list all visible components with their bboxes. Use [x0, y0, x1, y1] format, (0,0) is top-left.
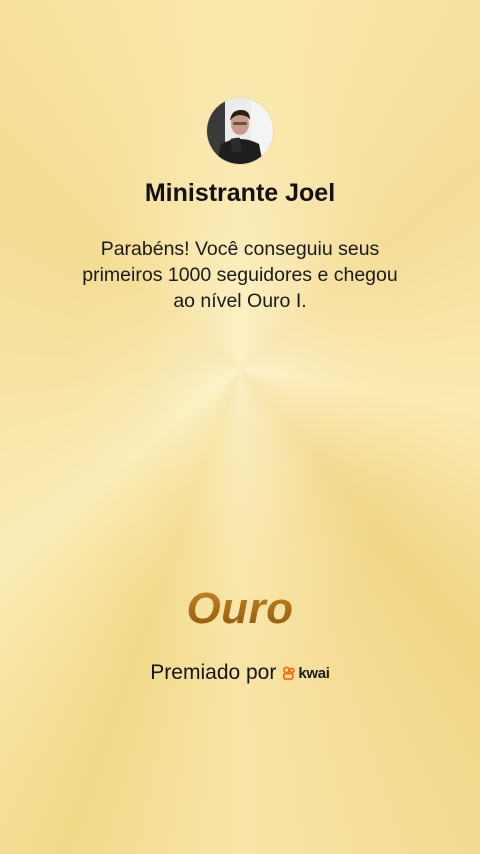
kwai-brand: kwai — [282, 664, 330, 682]
kwai-wordmark: kwai — [298, 664, 330, 682]
message-line: Parabéns! Você conseguiu seus — [100, 238, 380, 260]
message-line: primeiros 1000 seguidores e chegou — [82, 264, 398, 286]
message-line: ao nível Ouro I. — [173, 290, 307, 312]
tier-badge-title: Ouro — [0, 584, 480, 634]
avatar-photo — [207, 98, 273, 164]
profile-name: Ministrante Joel — [144, 179, 336, 207]
avatar — [207, 98, 273, 164]
awarded-by-label: Premiado por — [150, 661, 277, 684]
congratulations-message: Parabéns! Você conseguiu seus primeiros … — [60, 236, 420, 314]
kwai-logo-icon — [283, 666, 296, 680]
awarded-by: Premiado por kwai — [0, 661, 480, 685]
